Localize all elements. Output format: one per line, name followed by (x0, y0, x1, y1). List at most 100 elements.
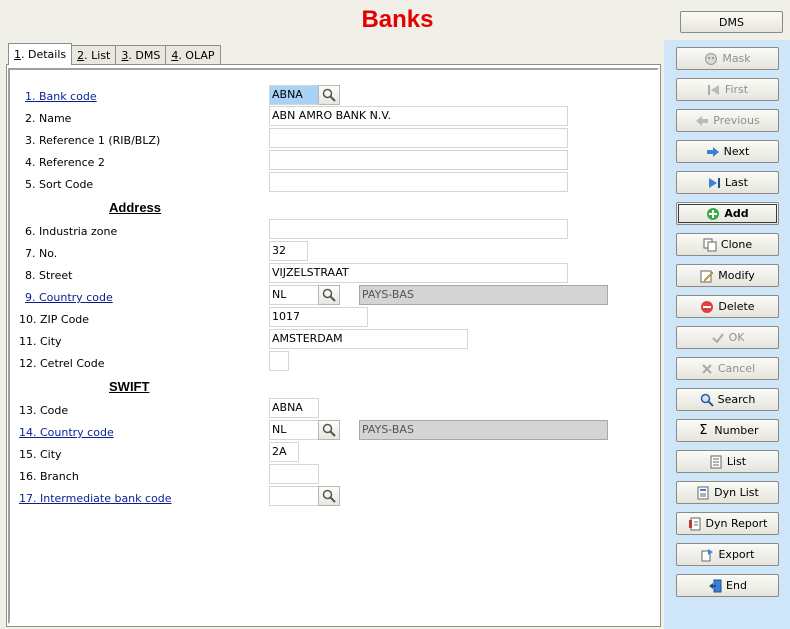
search-button[interactable]: Search (676, 388, 779, 411)
country-code-label[interactable]: 9. Country code (25, 291, 113, 304)
tab-olap[interactable]: 4. OLAP (165, 45, 221, 65)
address-heading: Address (109, 200, 162, 215)
magnifier-icon (322, 288, 336, 302)
sort-code-input[interactable] (269, 172, 568, 192)
end-label: End (726, 579, 747, 592)
last-button[interactable]: Last (676, 171, 779, 194)
end-button[interactable]: End (676, 574, 779, 597)
first-label: First (724, 83, 749, 96)
reference1-input[interactable] (269, 128, 568, 148)
last-record-icon (707, 176, 721, 190)
export-button[interactable]: Export (676, 543, 779, 566)
no-input[interactable]: 32 (269, 241, 308, 261)
clone-icon (703, 238, 717, 252)
tab-bar: 1. Details 2. List 3. DMS 4. OLAP (8, 43, 221, 65)
ok-label: OK (728, 331, 745, 344)
next-label: Next (723, 145, 750, 158)
delete-label: Delete (718, 300, 755, 313)
last-label: Last (725, 176, 748, 189)
dyn-report-label: Dyn Report (705, 517, 768, 530)
intermediate-lookup-button[interactable] (318, 486, 340, 506)
next-button[interactable]: Next (676, 140, 779, 163)
country-code-lookup-button[interactable] (318, 285, 340, 305)
number-button[interactable]: Σ Number (676, 419, 779, 442)
tab-list[interactable]: 2. List (71, 45, 117, 65)
list-label: List (726, 455, 747, 468)
ok-button[interactable]: OK (676, 326, 779, 349)
industria-zone-label: 6. Industria zone (25, 225, 118, 238)
dms-button-label: DMS (719, 15, 744, 29)
delete-button[interactable]: Delete (676, 295, 779, 318)
dyn-report-button[interactable]: Dyn Report (676, 512, 779, 535)
tab-details-key: 1 (14, 48, 21, 61)
modify-button[interactable]: Modify (676, 264, 779, 287)
list-button[interactable]: List (676, 450, 779, 473)
street-label: 8. Street (25, 269, 73, 282)
dyn-list-icon (696, 486, 710, 500)
export-icon (700, 548, 714, 562)
add-label: Add (724, 207, 749, 220)
intermediate-bank-code-label[interactable]: 17. Intermediate bank code (19, 492, 172, 505)
sigma-icon: Σ (699, 423, 708, 438)
magnifier-icon (322, 489, 336, 503)
reference2-input[interactable] (269, 150, 568, 170)
search-label: Search (717, 393, 756, 406)
modify-pencil-icon (700, 269, 714, 283)
tab-details[interactable]: 1. Details (8, 43, 73, 65)
street-input[interactable]: VIJZELSTRAAT (269, 263, 568, 283)
swift-city-label: 15. City (19, 448, 62, 461)
dms-button[interactable]: DMS (680, 11, 783, 33)
country-code-input[interactable]: NL (269, 285, 319, 305)
city-input[interactable]: AMSTERDAM (269, 329, 468, 349)
reference1-label: 3. Reference 1 (RIB/BLZ) (25, 134, 161, 147)
name-input[interactable]: ABN AMRO BANK N.V. (269, 106, 568, 126)
tab-list-key: 2 (77, 49, 85, 62)
search-icon (700, 393, 714, 407)
first-record-icon (707, 83, 721, 97)
delete-icon (700, 300, 714, 314)
tab-dms[interactable]: 3. DMS (115, 45, 167, 65)
magnifier-icon (322, 88, 336, 102)
swift-country-label[interactable]: 14. Country code (19, 426, 114, 439)
zip-label: 10. ZIP Code (19, 313, 90, 326)
clone-label: Clone (720, 238, 753, 251)
swift-country-input[interactable]: NL (269, 420, 319, 440)
branch-input[interactable] (269, 464, 319, 484)
cancel-label: Cancel (717, 362, 756, 375)
previous-button[interactable]: Previous (676, 109, 779, 132)
cancel-x-icon (700, 362, 714, 376)
industria-zone-input[interactable] (269, 219, 568, 239)
mask-button[interactable]: Mask (676, 47, 779, 70)
swift-country-lookup-button[interactable] (318, 420, 340, 440)
checkmark-icon (711, 331, 725, 345)
window-title: Banks (361, 6, 434, 33)
clone-button[interactable]: Clone (676, 233, 779, 256)
previous-arrow-icon (695, 114, 709, 128)
tab-list-label: . List (84, 49, 111, 62)
dyn-list-label: Dyn List (714, 486, 759, 499)
next-arrow-icon (706, 145, 720, 159)
zip-input[interactable]: 1017 (269, 307, 368, 327)
no-label: 7. No. (25, 247, 58, 260)
swift-city-input[interactable]: 2A (269, 442, 299, 462)
bank-code-input[interactable]: ABNA (269, 85, 319, 105)
sort-code-label: 5. Sort Code (25, 178, 94, 191)
tab-olap-key: 4 (171, 49, 179, 62)
bank-code-label[interactable]: 1. Bank code (25, 90, 97, 103)
dyn-list-button[interactable]: Dyn List (676, 481, 779, 504)
add-plus-icon (706, 207, 720, 221)
tab-olap-label: . OLAP (178, 49, 215, 62)
city-label: 11. City (19, 335, 62, 348)
exit-door-icon (708, 579, 722, 593)
swift-country-description: PAYS-BAS (359, 420, 608, 440)
intermediate-bank-code-input[interactable] (269, 486, 319, 506)
cancel-button[interactable]: Cancel (676, 357, 779, 380)
bank-code-lookup-button[interactable] (318, 85, 340, 105)
swift-code-input[interactable]: ABNA (269, 398, 319, 418)
tab-details-label: . Details (21, 48, 67, 61)
list-icon (709, 455, 723, 469)
first-button[interactable]: First (676, 78, 779, 101)
add-button[interactable]: Add (676, 202, 779, 225)
cetrel-input[interactable] (269, 351, 289, 371)
name-label: 2. Name (25, 112, 72, 125)
